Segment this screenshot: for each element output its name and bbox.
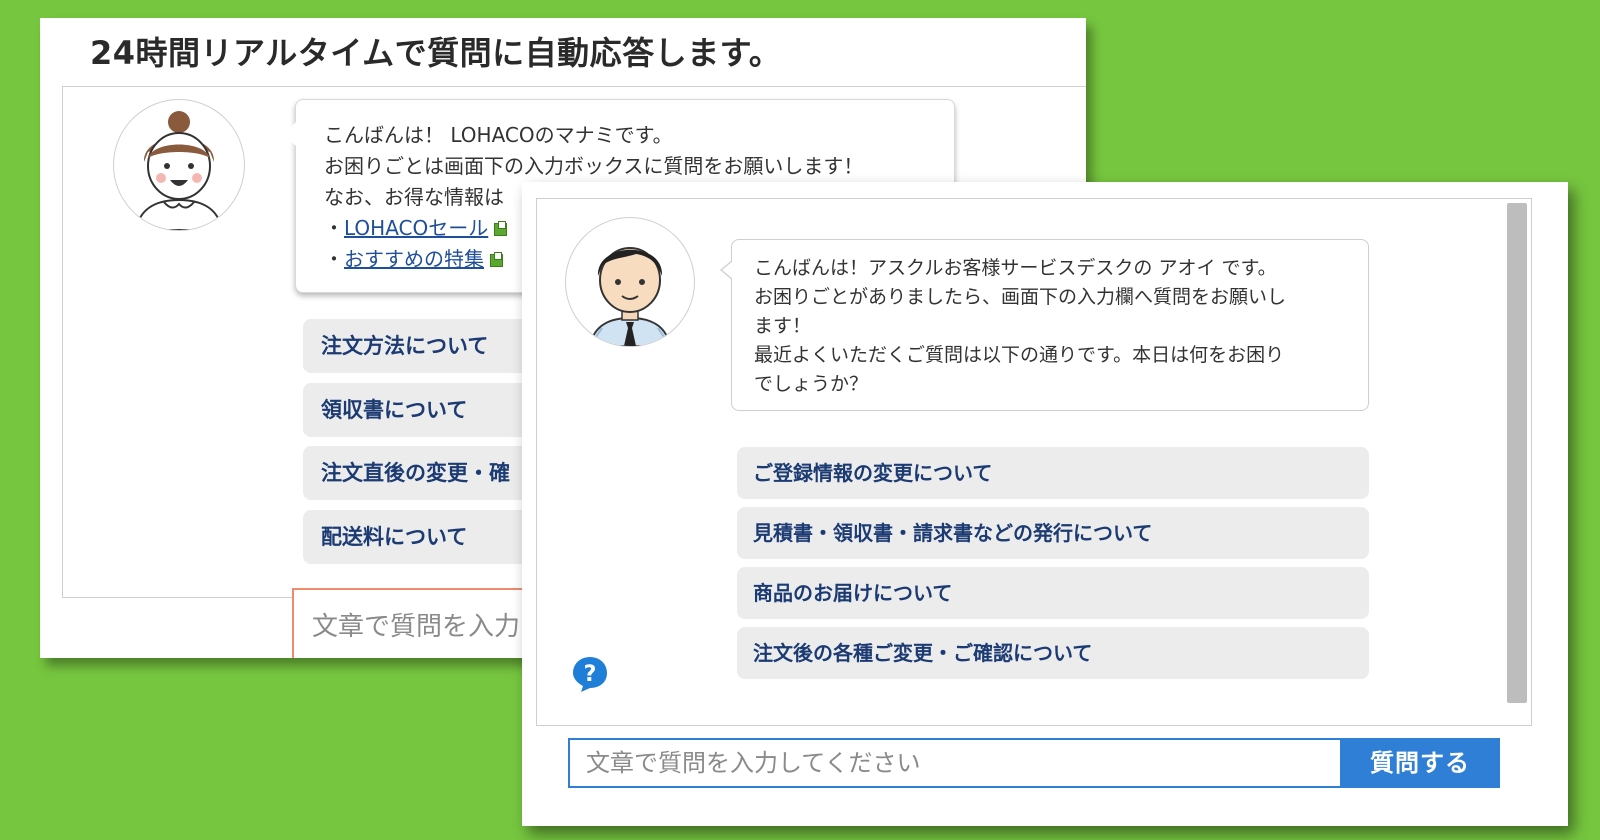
message-line: お困りごとがありましたら、画面下の入力欄へ質問をお願いし <box>754 286 1287 308</box>
option-order-change-confirm[interactable]: 注文後の各種ご変更・ご確認について <box>737 627 1369 679</box>
submit-question-button[interactable]: 質問する <box>1340 738 1500 788</box>
message-line: こんばんは！アスクルお客様サービスデスクの アオイ です。 <box>754 257 1277 279</box>
external-link-icon <box>494 221 508 236</box>
message-line: 最近よくいただくご質問は以下の通りです。本日は何をお困り <box>754 344 1285 366</box>
chat-panel: こんばんは！アスクルお客様サービスデスクの アオイ です。 お困りごとがありまし… <box>536 198 1532 726</box>
page-title: 24時間リアルタイムで質問に自動応答します。 <box>90 34 782 72</box>
male-operator-avatar-icon <box>565 217 695 347</box>
external-link-icon <box>490 252 503 267</box>
message-line: でしょうか？ <box>754 373 869 395</box>
option-document-issuance[interactable]: 見積書・領収書・請求書などの発行について <box>737 507 1369 559</box>
scrollbar[interactable] <box>1507 203 1527 703</box>
svg-text:?: ? <box>584 662 597 687</box>
welcome-message-bubble: こんばんは！アスクルお客様サービスデスクの アオイ です。 お困りごとがありまし… <box>720 239 1369 411</box>
message-line: ます！ <box>754 315 812 337</box>
lohaco-sale-link[interactable]: LOHACOセール <box>344 216 488 240</box>
bullet: ・ <box>324 247 344 271</box>
bullet: ・ <box>324 216 344 240</box>
message-line: こんばんは！ LOHACOのマナミです。 <box>324 123 673 147</box>
question-input[interactable]: 文章で質問を入力してください <box>568 738 1340 788</box>
female-operator-avatar-icon <box>113 99 245 231</box>
message-line: お困りごとは画面下の入力ボックスに質問をお願いします！ <box>324 154 864 178</box>
option-registration-change[interactable]: ご登録情報の変更について <box>737 447 1369 499</box>
askul-chat-window: こんばんは！アスクルお客様サービスデスクの アオイ です。 お困りごとがありまし… <box>522 182 1568 826</box>
help-question-icon[interactable]: ? <box>571 655 609 693</box>
option-delivery[interactable]: 商品のお届けについて <box>737 567 1369 619</box>
featured-special-link[interactable]: おすすめの特集 <box>344 247 484 271</box>
